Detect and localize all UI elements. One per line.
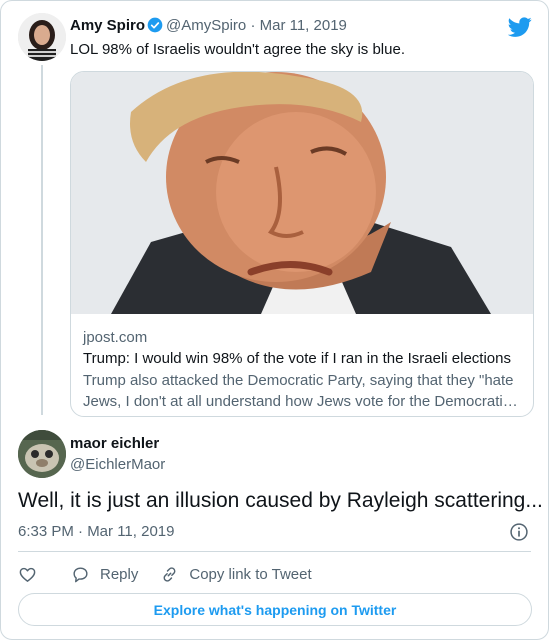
original-tweet-header: Amy Spiro @AmySpiro · Mar 11, 2019 bbox=[70, 17, 347, 34]
link-preview-image bbox=[71, 72, 533, 314]
link-preview-card[interactable]: jpost.com Trump: I would win 98% of the … bbox=[70, 71, 534, 417]
heart-icon bbox=[19, 567, 36, 582]
original-tweet-text: LOL 98% of Israelis wouldn't agree the s… bbox=[70, 41, 405, 58]
link-description: Trump also attacked the Democratic Party… bbox=[83, 372, 518, 410]
divider bbox=[18, 551, 531, 552]
header-separator: · bbox=[250, 17, 256, 34]
twitter-bird-icon[interactable] bbox=[508, 15, 532, 39]
original-handle[interactable]: @AmySpiro bbox=[166, 17, 246, 34]
copy-link-label: Copy link to Tweet bbox=[189, 565, 312, 583]
like-button[interactable] bbox=[18, 565, 37, 584]
reply-label: Reply bbox=[100, 565, 139, 583]
reply-display-name[interactable]: maor eichler bbox=[70, 435, 159, 452]
embedded-tweet-card: Amy Spiro @AmySpiro · Mar 11, 2019 LOL 98… bbox=[0, 0, 549, 640]
link-preview-body: jpost.com Trump: I would win 98% of the … bbox=[83, 328, 521, 412]
verified-badge-icon bbox=[147, 17, 163, 33]
link-icon bbox=[163, 566, 176, 582]
original-display-name[interactable]: Amy Spiro bbox=[70, 17, 145, 34]
speech-bubble-icon bbox=[73, 566, 88, 582]
reply-timestamp[interactable]: 6:33 PM · Mar 11, 2019 bbox=[18, 523, 174, 540]
reply-button[interactable]: Reply bbox=[71, 565, 138, 584]
reply-tweet-text: Well, it is just an illusion caused by R… bbox=[18, 489, 543, 512]
copy-link-button[interactable]: Copy link to Tweet bbox=[160, 565, 312, 584]
amy-spiro-avatar[interactable] bbox=[18, 13, 66, 61]
info-icon[interactable] bbox=[509, 522, 529, 542]
link-domain: jpost.com bbox=[83, 329, 148, 346]
link-title: Trump: I would win 98% of the vote if I … bbox=[83, 350, 511, 367]
thread-line bbox=[41, 65, 43, 415]
reply-handle[interactable]: @EichlerMaor bbox=[70, 456, 165, 473]
action-bar: Reply Copy link to Tweet bbox=[18, 563, 312, 585]
explore-twitter-button[interactable]: Explore what's happening on Twitter bbox=[18, 593, 532, 626]
original-date[interactable]: Mar 11, 2019 bbox=[260, 17, 347, 34]
maor-eichler-avatar[interactable] bbox=[18, 430, 66, 478]
